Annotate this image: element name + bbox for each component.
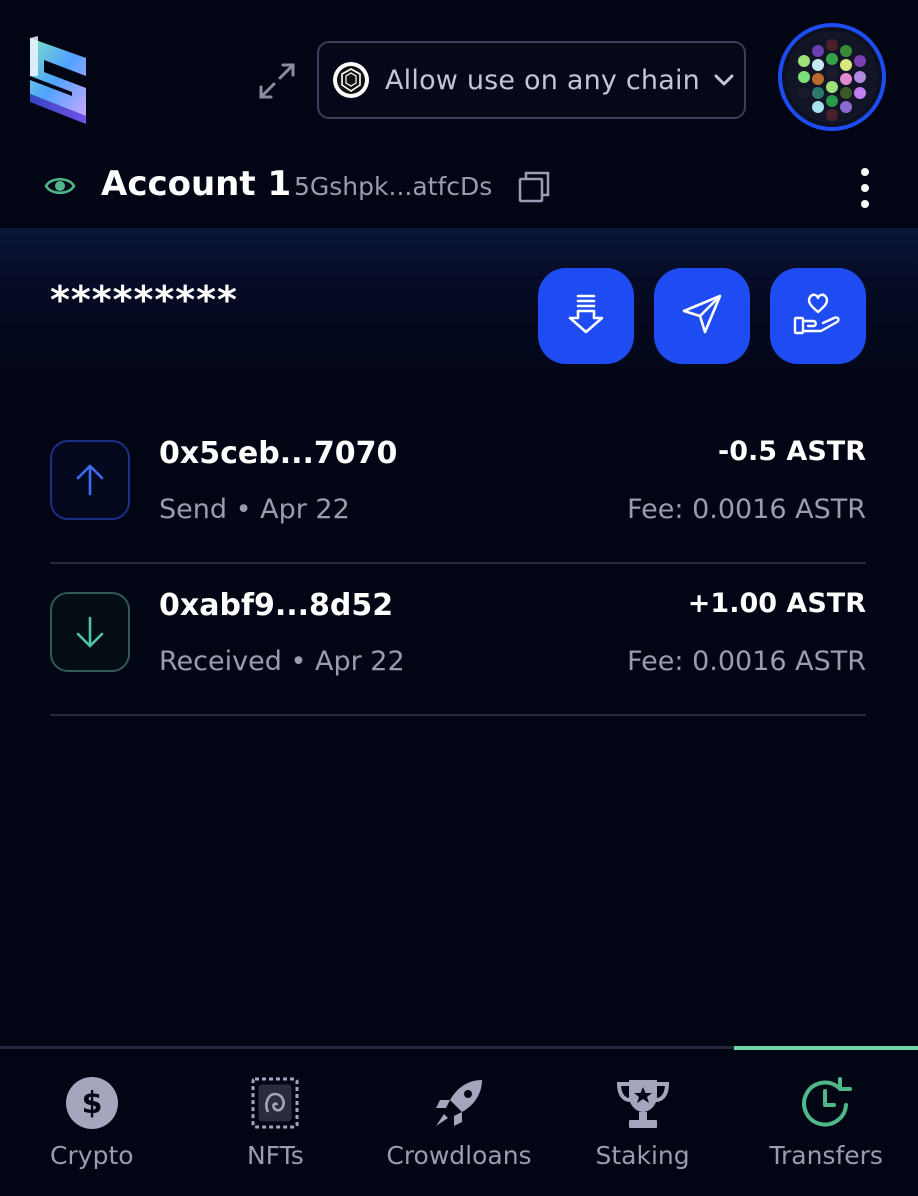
copy-icon[interactable] <box>517 170 551 204</box>
total-balance: ********* <box>50 278 238 322</box>
transaction-row[interactable]: 0xabf9...8d52 Received • Apr 22 +1.00 AS… <box>50 564 866 716</box>
transaction-amount: -0.5 ASTR <box>718 436 866 467</box>
separator-dot: • <box>235 494 261 525</box>
account-address: 5Gshpk...atfcDs <box>294 172 493 201</box>
send-button[interactable] <box>654 268 750 364</box>
chain-selector-label: Allow use on any chain <box>385 64 700 96</box>
svg-text:$: $ <box>81 1086 102 1121</box>
transaction-row[interactable]: 0x5ceb...7070 Send • Apr 22 -0.5 ASTR Fe… <box>50 412 866 564</box>
separator-dot: • <box>290 646 315 677</box>
tab-staking[interactable]: Staking <box>551 1049 735 1196</box>
tab-label: Crowdloans <box>386 1141 532 1170</box>
active-tab-indicator <box>734 1046 918 1050</box>
tab-crowdloans[interactable]: Crowdloans <box>367 1049 551 1196</box>
chain-selector[interactable]: Allow use on any chain <box>317 41 746 119</box>
balance-section: ********* <box>0 228 918 398</box>
tab-nfts[interactable]: NFTs <box>184 1049 368 1196</box>
heart-hand-icon <box>793 292 843 340</box>
transaction-meta: Received • Apr 22 <box>159 646 405 677</box>
receive-button[interactable] <box>538 268 634 364</box>
subwallet-logo-icon <box>26 36 90 126</box>
tab-crypto[interactable]: $ Crypto <box>0 1049 184 1196</box>
download-arrow-icon <box>564 292 608 340</box>
chain-cube-icon <box>333 62 369 98</box>
trophy-icon <box>615 1075 671 1131</box>
tab-label: Staking <box>595 1141 690 1170</box>
transaction-hash: 0xabf9...8d52 <box>159 588 394 623</box>
transaction-hash: 0x5ceb...7070 <box>159 436 398 471</box>
rocket-icon <box>431 1075 487 1131</box>
transaction-fee: Fee: 0.0016 ASTR <box>627 494 866 525</box>
donate-button[interactable] <box>770 268 866 364</box>
header: Allow use on any chain Account 1 5Gshpk.… <box>0 0 918 228</box>
paper-plane-icon <box>680 292 724 340</box>
transaction-amount: +1.00 ASTR <box>687 588 866 619</box>
eye-icon[interactable] <box>44 172 76 200</box>
transaction-date: Apr 22 <box>314 646 405 677</box>
tab-label: NFTs <box>246 1141 304 1170</box>
transaction-type: Send <box>159 494 228 525</box>
wallet-app: Allow use on any chain Account 1 5Gshpk.… <box>0 0 918 1196</box>
arrow-up-icon <box>50 440 130 520</box>
transaction-meta: Send • Apr 22 <box>159 494 350 525</box>
tab-transfers[interactable]: Transfers <box>734 1046 918 1196</box>
tab-label: Crypto <box>50 1141 134 1170</box>
arrow-down-icon <box>50 592 130 672</box>
expand-icon[interactable] <box>256 60 298 102</box>
transaction-fee: Fee: 0.0016 ASTR <box>627 646 866 677</box>
account-avatar[interactable] <box>778 23 886 131</box>
more-vertical-icon[interactable] <box>850 164 880 212</box>
account-row: Account 1 5Gshpk...atfcDs <box>0 160 918 216</box>
nft-stamp-icon <box>247 1075 303 1131</box>
transaction-list: 0x5ceb...7070 Send • Apr 22 -0.5 ASTR Fe… <box>50 412 866 716</box>
account-name: Account 1 <box>101 164 292 204</box>
transaction-type: Received <box>159 646 282 677</box>
chevron-down-icon <box>712 68 736 92</box>
dollar-coin-icon: $ <box>64 1075 120 1131</box>
identicon-icon <box>786 31 878 123</box>
transaction-date: Apr 22 <box>260 494 350 525</box>
bottom-nav: $ Crypto NFTs Crowdloans Staking Transfe… <box>0 1046 918 1196</box>
tab-label: Transfers <box>769 1141 883 1170</box>
clock-history-icon <box>798 1075 854 1131</box>
